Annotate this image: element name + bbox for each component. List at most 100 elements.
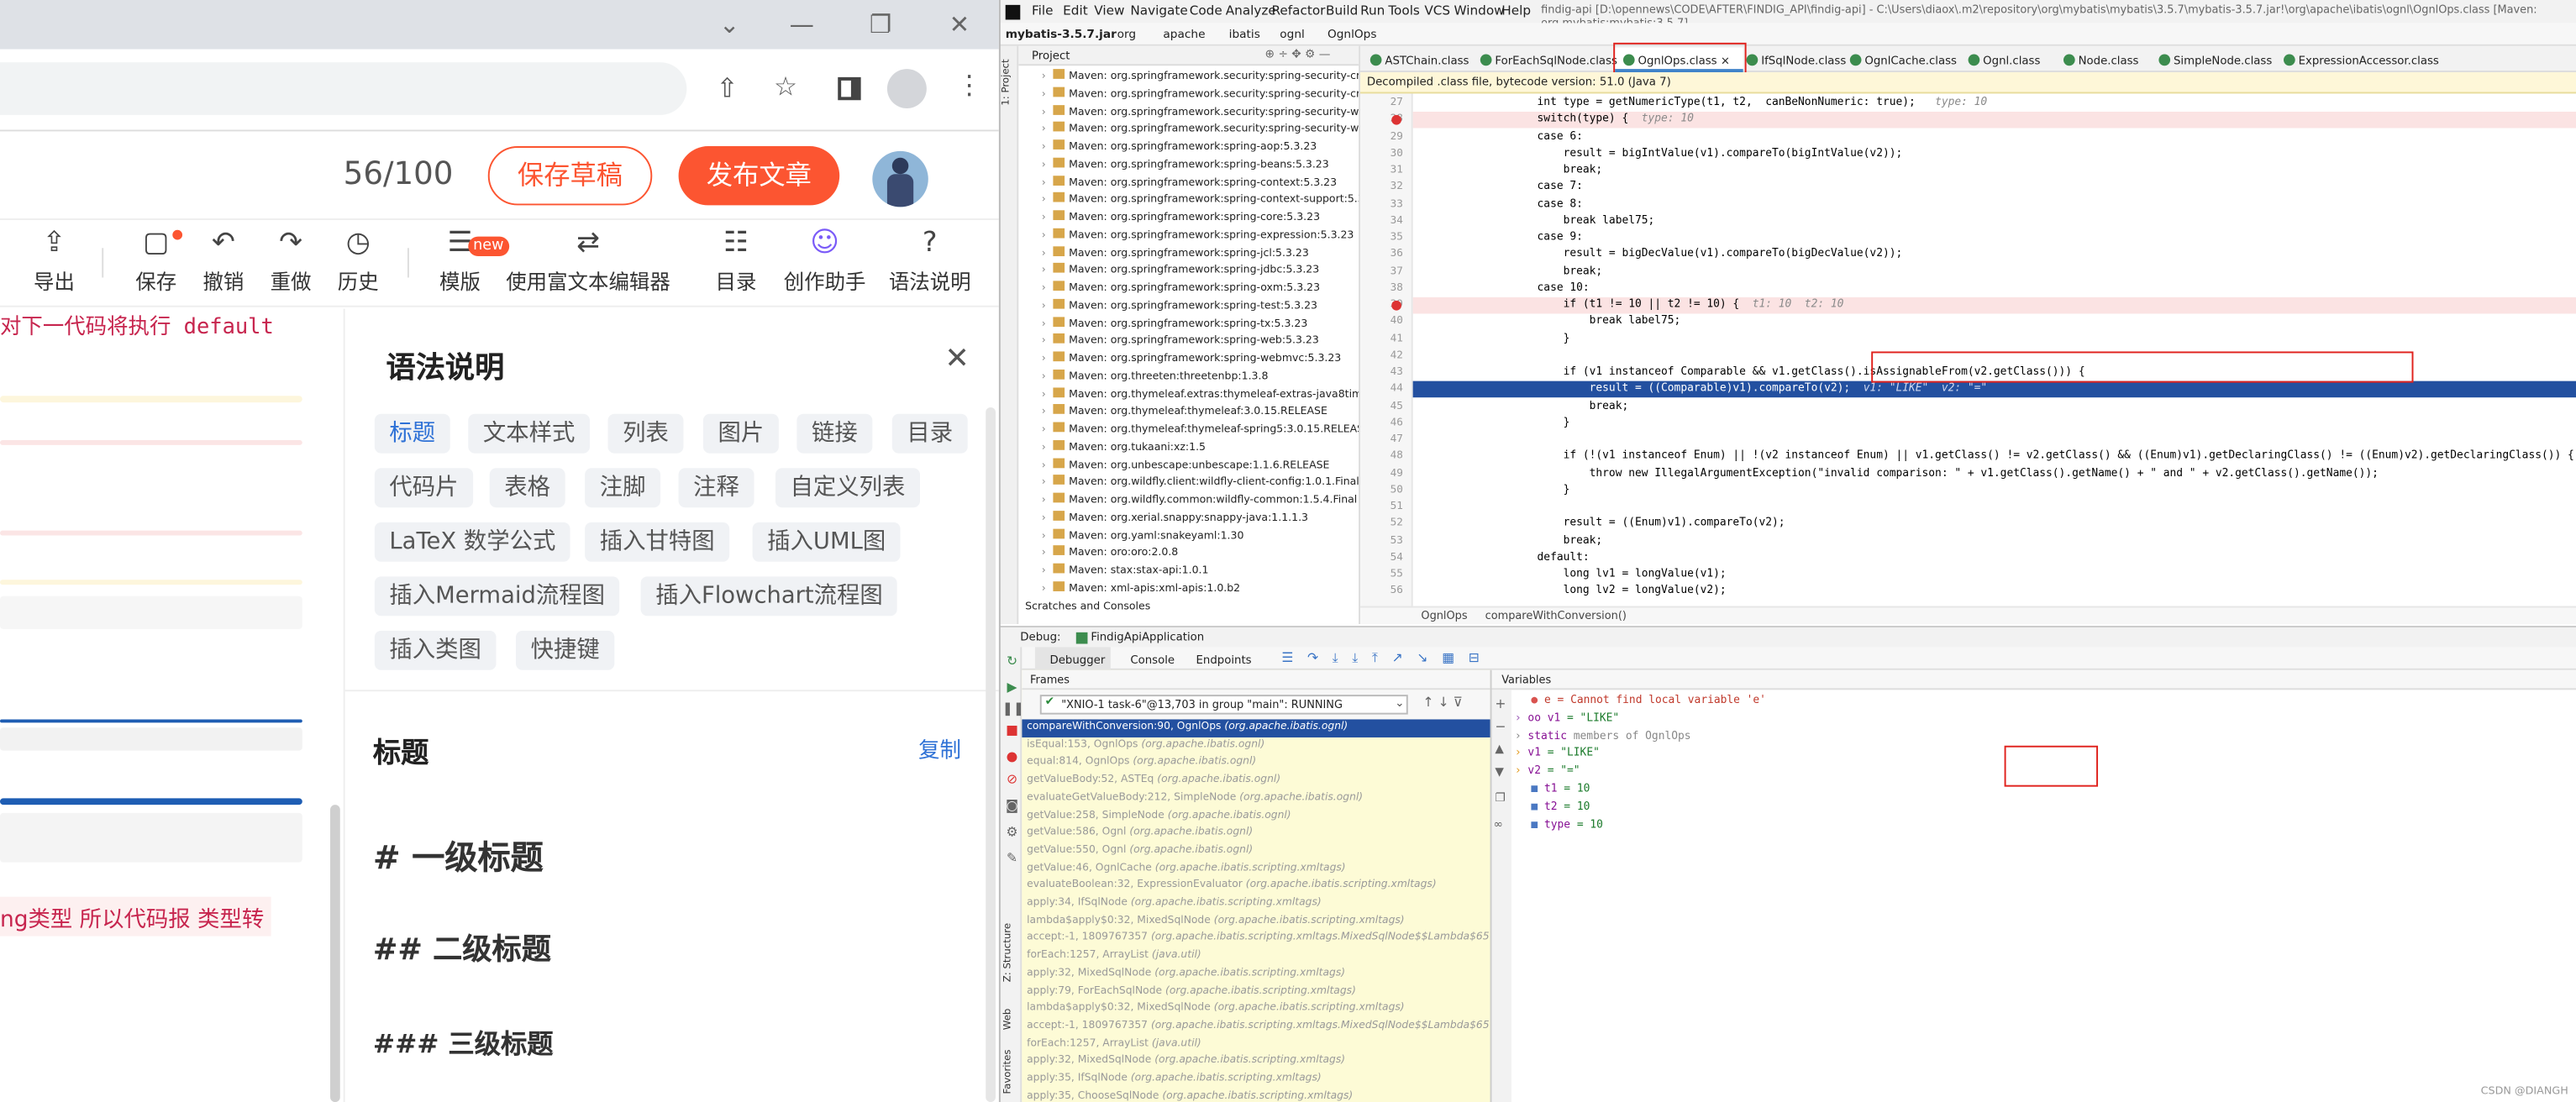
expand-arrow-icon[interactable]: › bbox=[1042, 546, 1046, 559]
chip-mermaid[interactable]: 插入Mermaid流程图 bbox=[374, 576, 620, 617]
chip-footnote[interactable]: 注脚 bbox=[585, 468, 661, 508]
variable-row[interactable]: › oo v1 = "LIKE" bbox=[1515, 711, 1619, 724]
stack-frame[interactable]: forEach:1257, ArrayList (java.util) bbox=[1027, 1037, 1201, 1049]
project-tree-item[interactable]: › Maven: org.springframework:spring-conte… bbox=[1042, 173, 1337, 190]
tab-search-icon[interactable]: ⌄ bbox=[697, 3, 762, 46]
undo-button[interactable]: ↶ 撤销 bbox=[187, 222, 260, 301]
menu-build[interactable]: Build bbox=[1326, 3, 1358, 18]
chip-comment[interactable]: 注释 bbox=[678, 468, 754, 508]
pause-icon[interactable]: ❚❚ bbox=[1002, 701, 1024, 718]
menu-code[interactable]: Code bbox=[1190, 3, 1222, 18]
expand-arrow-icon[interactable]: › bbox=[1042, 122, 1046, 135]
stack-frame[interactable]: equal:814, OgnlOps (org.apache.ibatis.og… bbox=[1027, 756, 1256, 768]
resume-icon[interactable]: ▶ bbox=[1002, 680, 1022, 697]
project-panel-tools-icon[interactable]: ⊕ ÷ ✥ ⚙ — bbox=[1265, 48, 1331, 61]
project-tree-item[interactable]: › Maven: org.threeten:threetenbp:1.3.8 bbox=[1042, 368, 1268, 385]
project-tree-item[interactable]: › Maven: org.springframework.security:spr… bbox=[1042, 85, 1359, 102]
expand-arrow-icon[interactable]: › bbox=[1042, 405, 1046, 418]
expand-arrow-icon[interactable]: › bbox=[1042, 528, 1046, 542]
chip-link[interactable]: 链接 bbox=[796, 413, 873, 454]
settings-icon[interactable]: ⚙ bbox=[1002, 825, 1022, 842]
menu-window[interactable]: Window bbox=[1454, 3, 1505, 18]
export-button[interactable]: ⇪ 导出 bbox=[18, 222, 91, 301]
crumb-method[interactable]: compareWithConversion() bbox=[1485, 607, 1627, 626]
project-tree-item[interactable]: › Maven: xml-apis:xml-apis:1.0.b2 bbox=[1042, 580, 1240, 596]
expand-arrow-icon[interactable]: › bbox=[1042, 316, 1046, 329]
stack-frame[interactable]: compareWithConversion:90, OgnlOps (org.a… bbox=[1027, 721, 1348, 732]
rerun-icon[interactable]: ↻ bbox=[1002, 653, 1022, 670]
share-icon[interactable]: ⇧ bbox=[717, 72, 739, 103]
camera-icon[interactable]: ◙ bbox=[1002, 798, 1022, 815]
watches-icon[interactable]: ∞ bbox=[1493, 818, 1502, 832]
syntax-help-button[interactable]: ? 语法说明 bbox=[884, 222, 976, 301]
stack-frame[interactable]: apply:32, MixedSqlNode (org.apache.ibati… bbox=[1027, 967, 1345, 979]
editor-content[interactable]: 对下一代码将执行 default ng类型 所以代码报 类型转 bbox=[0, 308, 342, 1102]
project-tree-item[interactable]: › Maven: org.wildfly.client:wildfly-clien… bbox=[1042, 474, 1359, 491]
chip-text-style[interactable]: 文本样式 bbox=[468, 413, 590, 454]
expand-arrow-icon[interactable]: › bbox=[1042, 369, 1046, 382]
project-tree-item[interactable]: › Maven: org.thymeleaf.extras:thymeleaf-e… bbox=[1042, 386, 1359, 402]
expand-arrow-icon[interactable]: › bbox=[1042, 175, 1046, 188]
crumb-class[interactable]: OgnlOps bbox=[1421, 607, 1467, 626]
project-tree-item[interactable]: › Maven: org.springframework:spring-jcl:5… bbox=[1042, 244, 1309, 260]
expand-arrow-icon[interactable]: › bbox=[1042, 139, 1046, 153]
add-watch-icon[interactable]: + bbox=[1495, 696, 1506, 711]
chip-latex[interactable]: LaTeX 数学公式 bbox=[374, 522, 570, 562]
project-tree-item[interactable]: › Maven: oro:oro:2.0.8 bbox=[1042, 544, 1178, 561]
stack-frame[interactable]: getValue:258, SimpleNode (org.apache.iba… bbox=[1027, 809, 1291, 821]
menu-file[interactable]: File bbox=[1032, 3, 1054, 18]
side-panel-icon[interactable] bbox=[838, 76, 861, 101]
chip-shortcuts[interactable]: 快捷键 bbox=[515, 630, 615, 670]
stack-frame[interactable]: apply:32, MixedSqlNode (org.apache.ibati… bbox=[1027, 1055, 1345, 1067]
stack-frame[interactable]: evaluateBoolean:32, ExpressionEvaluator … bbox=[1027, 879, 1437, 891]
stack-frame[interactable]: apply:79, ForEachSqlNode (org.apache.iba… bbox=[1027, 984, 1356, 996]
bookmark-star-icon[interactable]: ☆ bbox=[774, 71, 797, 102]
menu-view[interactable]: View bbox=[1094, 3, 1124, 18]
toc-button[interactable]: ☷ 目录 bbox=[700, 222, 772, 301]
code-editor[interactable]: 27 int type = getNumericType(t1, t2, can… bbox=[1360, 93, 2576, 606]
tab-node[interactable]: Node.class bbox=[2063, 51, 2139, 71]
project-tree-item[interactable]: › Maven: org.springframework.security:spr… bbox=[1042, 67, 1359, 84]
chip-flowchart[interactable]: 插入Flowchart流程图 bbox=[640, 576, 898, 617]
project-tree-item[interactable]: › Maven: org.springframework:spring-conte… bbox=[1042, 191, 1359, 207]
expand-arrow-icon[interactable]: › bbox=[1042, 87, 1046, 100]
project-tree-item[interactable]: › Maven: org.thymeleaf:thymeleaf:3.0.15.R… bbox=[1042, 403, 1327, 420]
chip-image[interactable]: 图片 bbox=[702, 413, 779, 454]
project-tree-item[interactable]: › Maven: org.xerial.snappy:snappy-java:1.… bbox=[1042, 509, 1308, 526]
project-tree-item[interactable]: › Maven: org.springframework:spring-beans… bbox=[1042, 155, 1329, 172]
stack-frame[interactable]: apply:34, IfSqlNode (org.apache.ibatis.s… bbox=[1027, 897, 1322, 909]
thread-selector[interactable]: "XNIO-1 task-6"@13,703 in group "main": … bbox=[1039, 695, 1408, 715]
menu-analyze[interactable]: Analyze bbox=[1226, 3, 1276, 18]
breadcrumb-apache[interactable]: apache bbox=[1163, 23, 1205, 45]
redo-button[interactable]: ↷ 重做 bbox=[255, 222, 327, 301]
chip-heading[interactable]: 标题 bbox=[374, 413, 450, 454]
variable-row[interactable]: › v1 = "LIKE" bbox=[1515, 747, 1600, 760]
project-tree-item[interactable]: › Maven: org.springframework.security:spr… bbox=[1042, 120, 1359, 137]
stack-frame[interactable]: accept:-1, 1809767357 (org.apache.ibatis… bbox=[1027, 931, 1489, 943]
project-tool-window-button[interactable]: 1: Project bbox=[1001, 59, 1012, 105]
endpoints-tab[interactable]: Endpoints bbox=[1196, 653, 1252, 667]
stack-frame[interactable]: evaluateGetValueBody:212, SimpleNode (or… bbox=[1027, 791, 1363, 803]
duplicate-icon[interactable]: ❐ bbox=[1495, 792, 1505, 806]
tab-ognlcache[interactable]: OgnlCache.class bbox=[1849, 51, 1957, 71]
project-tree-item[interactable]: › Maven: org.springframework:spring-oxm:5… bbox=[1042, 279, 1320, 296]
expand-arrow-icon[interactable]: › bbox=[1042, 192, 1046, 206]
menu-refactor[interactable]: Refactor bbox=[1271, 3, 1325, 18]
chip-code[interactable]: 代码片 bbox=[374, 468, 474, 508]
expand-arrow-icon[interactable]: › bbox=[1042, 440, 1046, 454]
project-tree-item[interactable]: › Maven: org.thymeleaf:thymeleaf-spring5:… bbox=[1042, 421, 1359, 438]
stack-frame[interactable]: getValueBody:52, ASTEq (org.apache.ibati… bbox=[1027, 774, 1280, 785]
variable-row[interactable]: › v2 = "=" bbox=[1515, 764, 1580, 778]
url-field[interactable] bbox=[0, 62, 687, 115]
stop-icon[interactable]: ■ bbox=[1002, 722, 1022, 739]
history-button[interactable]: ◷ 历史 bbox=[322, 222, 394, 301]
tab-ifsqlnode[interactable]: IfSqlNode.class bbox=[1746, 51, 1846, 71]
expand-arrow-icon[interactable]: › bbox=[1042, 351, 1046, 365]
panel-scrollbar[interactable] bbox=[986, 407, 996, 1102]
close-window-icon[interactable]: ✕ bbox=[927, 3, 992, 46]
project-tree-item[interactable]: › Maven: org.tukaani:xz:1.5 bbox=[1042, 438, 1206, 455]
tab-foreachsqlnode[interactable]: ForEachSqlNode.class bbox=[1480, 51, 1617, 71]
rich-text-editor-button[interactable]: ⇄ 使用富文本编辑器 bbox=[502, 222, 673, 301]
profile-avatar-icon[interactable] bbox=[886, 69, 927, 109]
variable-row[interactable]: › static members of OgnlOps bbox=[1515, 728, 1691, 742]
